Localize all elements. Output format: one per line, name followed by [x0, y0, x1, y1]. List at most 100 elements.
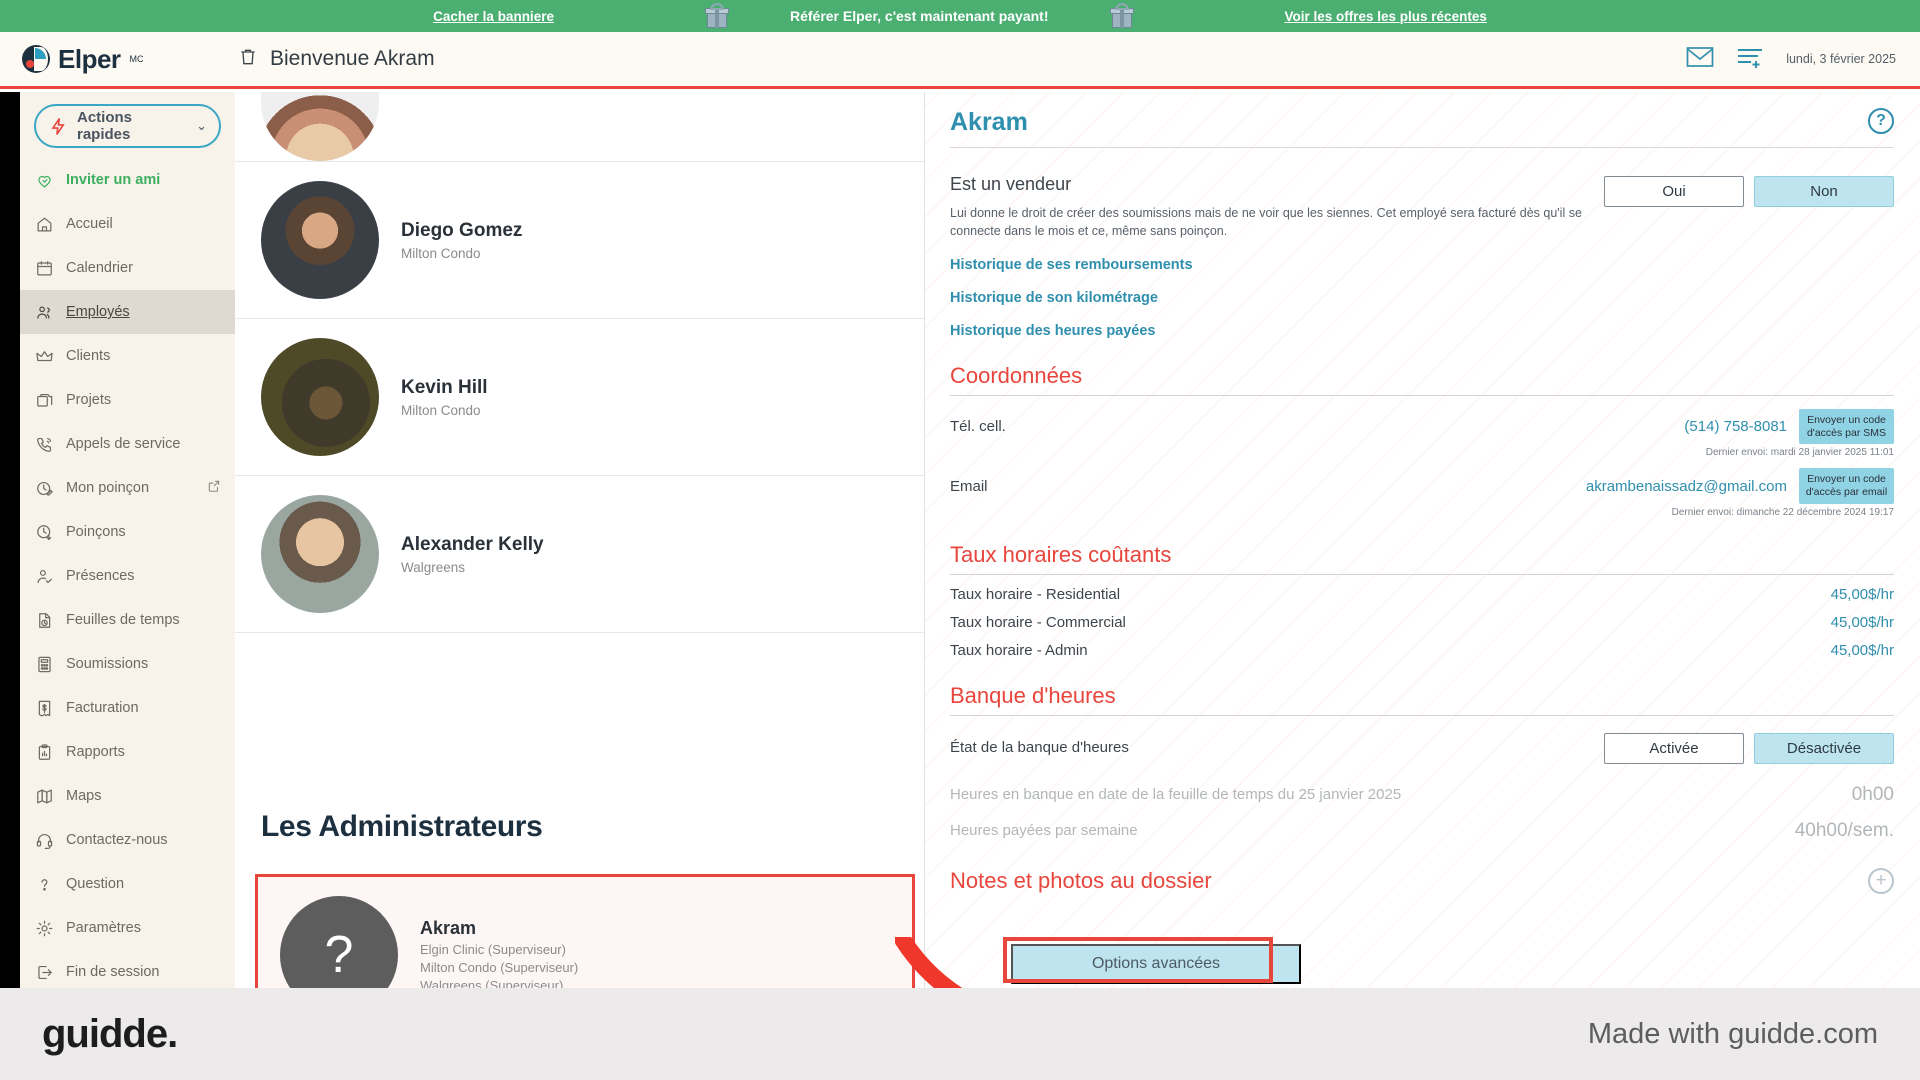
sidebar-item-param-tres[interactable]: Paramètres — [20, 906, 235, 950]
banque-state-row: État de la banque d'heures Activée Désac… — [950, 731, 1894, 764]
file-clock-icon — [34, 610, 54, 630]
clock-edit-icon — [34, 478, 54, 498]
view-offers-link[interactable]: Voir les offres les plus récentes — [1285, 9, 1487, 24]
sidebar-item-label: Contactez-nous — [66, 832, 168, 848]
rate-label: Taux horaire - Commercial — [950, 613, 1126, 631]
employee-detail-panel: Akram ? Est un vendeur Lui donne le droi… — [926, 92, 1920, 988]
phone-value[interactable]: (514) 758-8081 — [1684, 418, 1787, 435]
rate-label: Taux horaire - Residential — [950, 585, 1121, 603]
sidebar-item-pr-sences[interactable]: Présences — [20, 554, 235, 598]
banque-desactivee-button[interactable]: Désactivée — [1754, 732, 1894, 764]
link-historique-heures-payees[interactable]: Historique des heures payées — [950, 323, 1894, 339]
sidebar-item-inviter-un-ami[interactable]: Inviter un ami — [20, 158, 235, 202]
sidebar-item-feuilles-de-temps[interactable]: Feuilles de temps — [20, 598, 235, 642]
calculator-icon — [34, 654, 54, 674]
sidebar-item-question[interactable]: Question — [20, 862, 235, 906]
email-row: Email akrambenaissadz@gmail.com Envoyer … — [950, 468, 1894, 504]
banque-balance-value: 0h00 — [1851, 783, 1894, 805]
sidebar-item-soumissions[interactable]: Soumissions — [20, 642, 235, 686]
phone-row: Tél. cell. (514) 758-8081 Envoyer un cod… — [950, 409, 1894, 445]
highlight-box-options-avancees — [1003, 937, 1273, 983]
sidebar-item-maps[interactable]: Maps — [20, 774, 235, 818]
rate-row[interactable]: Taux horaire - Commercial 45,00$/hr — [950, 614, 1894, 631]
gift-icon — [704, 3, 730, 29]
vendeur-label: Est un vendeur — [950, 174, 1072, 194]
list-item[interactable] — [235, 92, 924, 162]
sidebar-item-label: Employés — [66, 304, 130, 320]
vendeur-no-button[interactable]: Non — [1754, 176, 1894, 207]
admins-section-title: Les Administrateurs — [261, 810, 543, 843]
hide-banner-link[interactable]: Cacher la banniere — [433, 9, 554, 24]
banque-activee-button[interactable]: Activée — [1604, 732, 1744, 764]
sidebar-item-label: Clients — [66, 348, 111, 364]
sidebar-item-appels-de-service[interactable]: Appels de service — [20, 422, 235, 466]
brand-logo[interactable]: Elper MC — [0, 44, 210, 75]
sidebar-item-employ-s[interactable]: Employés — [20, 290, 235, 334]
sidebar-item-calendrier[interactable]: Calendrier — [20, 246, 235, 290]
map-icon — [34, 786, 54, 806]
sidebar-item-clients[interactable]: Clients — [20, 334, 235, 378]
detail-title: Akram — [950, 108, 1028, 136]
vendeur-description: Lui donne le droit de créer des soumissi… — [950, 206, 1582, 239]
users-icon — [34, 302, 54, 322]
sidebar-rail — [0, 92, 20, 988]
weekly-hours-row: Heures payées par semaine 40h00/sem. — [950, 820, 1894, 842]
sidebar-item-label: Inviter un ami — [66, 172, 161, 188]
sidebar-item-accueil[interactable]: Accueil — [20, 202, 235, 246]
sidebar-item-facturation[interactable]: Facturation — [20, 686, 235, 730]
quick-actions-button[interactable]: Actions rapides ⌄ — [34, 104, 221, 148]
home-icon — [34, 214, 54, 234]
sidebar-item-fin-de-session[interactable]: Fin de session — [20, 950, 235, 988]
clipboard-chart-icon — [34, 742, 54, 762]
employee-company: Walgreens — [401, 559, 466, 575]
current-date: lundi, 3 février 2025 — [1786, 52, 1896, 66]
logout-icon — [34, 962, 54, 982]
help-icon[interactable]: ? — [1868, 108, 1894, 134]
table-row[interactable]: Alexander Kelly Walgreens — [235, 476, 924, 633]
list-add-icon[interactable] — [1736, 45, 1764, 74]
table-row[interactable]: Kevin Hill Milton Condo — [235, 319, 924, 476]
notes-section: Notes et photos au dossier + — [950, 867, 1894, 894]
sidebar-item-label: Calendrier — [66, 260, 133, 276]
sidebar-item-mon-poin-on[interactable]: Mon poinçon — [20, 466, 235, 510]
employee-name: Diego Gomez — [401, 219, 523, 241]
divider — [950, 147, 1894, 148]
rate-row[interactable]: Taux horaire - Residential 45,00$/hr — [950, 586, 1894, 603]
divider — [950, 573, 1894, 575]
email-last-sent: Dernier envoi: dimanche 22 décembre 2024… — [1671, 506, 1894, 518]
admin-role: Elgin Clinic (Superviseur) — [420, 941, 566, 957]
employee-company: Milton Condo — [401, 245, 481, 261]
receipt-dollar-icon — [34, 698, 54, 718]
sidebar-item-label: Soumissions — [66, 656, 149, 672]
rate-value: 45,00$/hr — [1830, 585, 1894, 603]
employee-name: Kevin Hill — [401, 376, 488, 398]
table-row[interactable]: Diego Gomez Milton Condo — [235, 162, 924, 319]
plus-circle-icon[interactable]: + — [1868, 867, 1894, 894]
rate-row[interactable]: Taux horaire - Admin 45,00$/hr — [950, 642, 1894, 659]
sidebar-item-label: Rapports — [66, 744, 125, 760]
send-email-code-button[interactable]: Envoyer un code d'accès par email — [1799, 468, 1894, 504]
send-sms-code-button[interactable]: Envoyer un code d'accès par SMS — [1799, 409, 1894, 445]
link-historique-kilometrage[interactable]: Historique de son kilométrage — [950, 290, 1894, 306]
sidebar-item-label: Paramètres — [66, 920, 141, 936]
section-coordonnees: Coordonnées — [950, 363, 1083, 389]
sidebar-item-label: Poinçons — [66, 524, 126, 540]
vendeur-yes-button[interactable]: Oui — [1604, 176, 1744, 207]
sidebar-item-poin-ons[interactable]: Poinçons — [20, 510, 235, 554]
external-link-icon[interactable] — [207, 479, 221, 497]
sidebar-item-label: Question — [66, 876, 125, 892]
email-value[interactable]: akrambenaissadz@gmail.com — [1586, 478, 1787, 495]
sidebar-item-contactez-nous[interactable]: Contactez-nous — [20, 818, 235, 862]
page-title: Bienvenue Akram — [270, 47, 435, 70]
envelope-icon[interactable] — [1686, 45, 1714, 74]
trash-icon[interactable] — [238, 46, 258, 73]
vendeur-setting: Est un vendeur Lui donne le droit de cré… — [950, 174, 1894, 240]
sidebar-item-rapports[interactable]: Rapports — [20, 730, 235, 774]
rate-value: 45,00$/hr — [1830, 613, 1894, 631]
employee-name: Alexander Kelly — [401, 533, 544, 555]
heart-handshake-icon — [34, 170, 54, 190]
link-historique-remboursements[interactable]: Historique de ses remboursements — [950, 257, 1894, 273]
sidebar-item-projets[interactable]: Projets — [20, 378, 235, 422]
sidebar-item-label: Fin de session — [66, 964, 160, 980]
gear-icon — [34, 918, 54, 938]
